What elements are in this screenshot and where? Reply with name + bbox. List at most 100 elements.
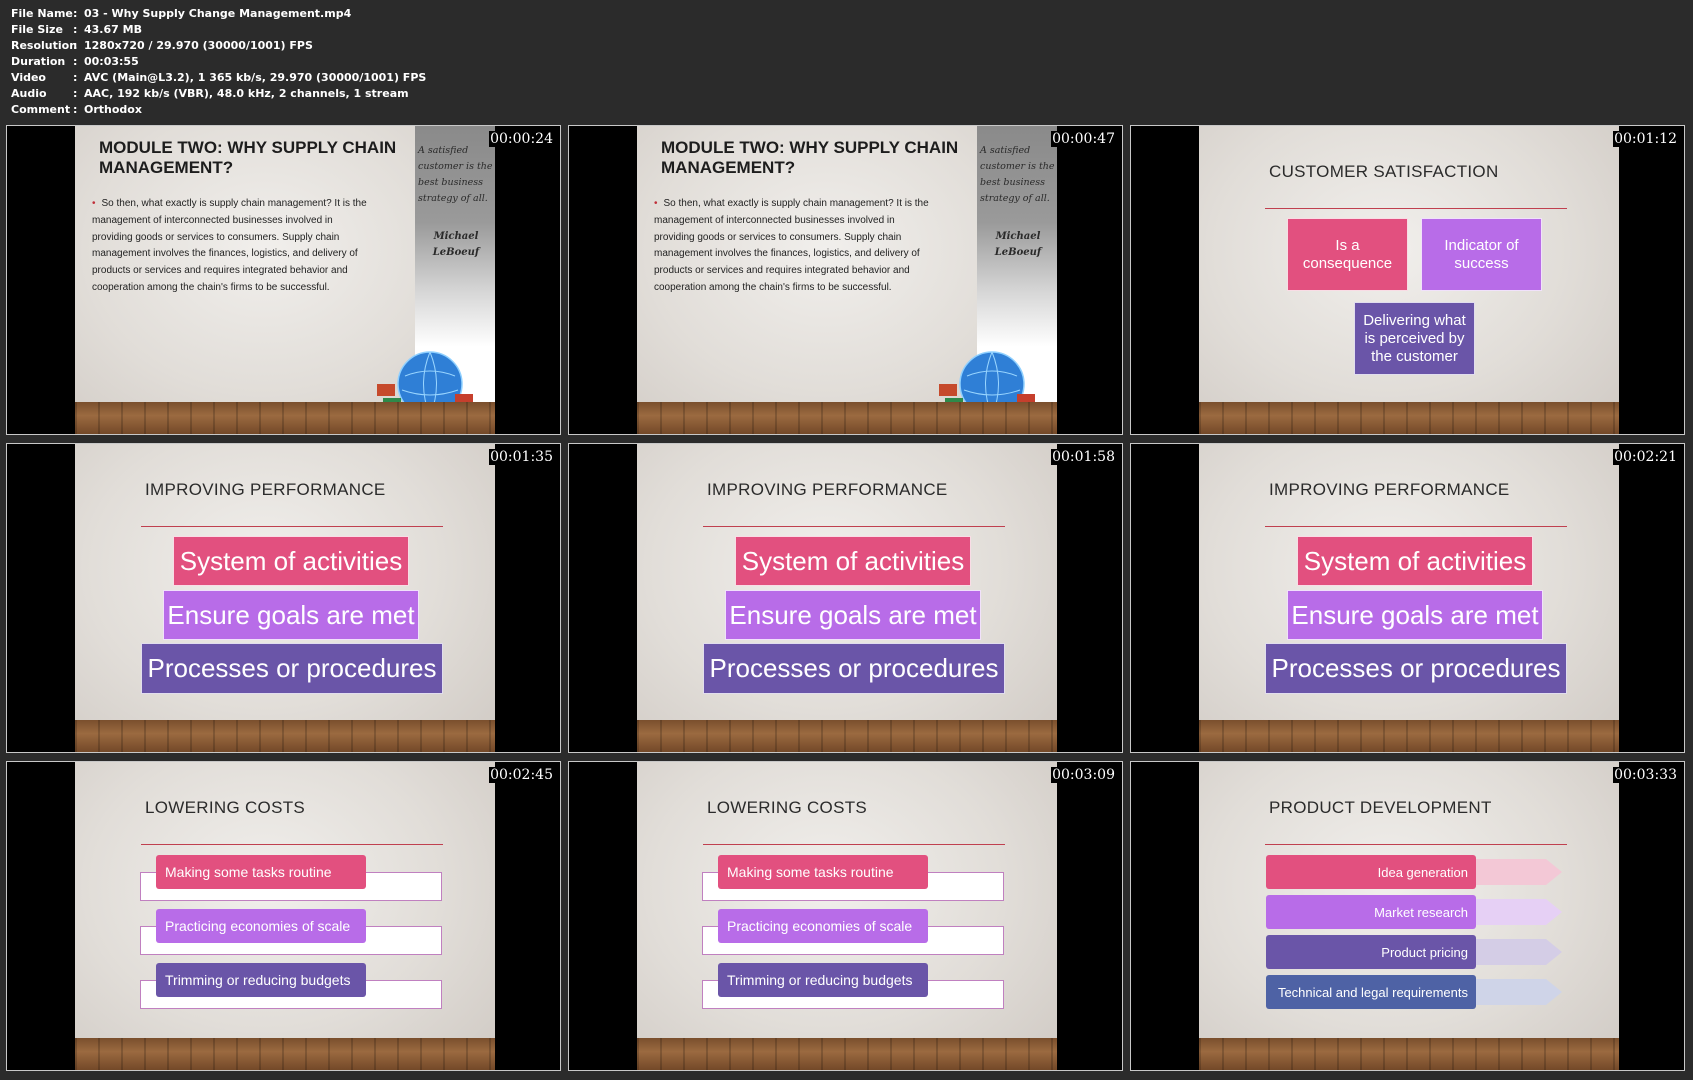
timestamp: 00:03:09	[1051, 767, 1116, 783]
info-value: 1280x720 / 29.970 (30000/1001) FPS	[84, 39, 313, 52]
pyramid-level: System of activities	[1297, 536, 1533, 586]
list-item: Practicing economies of scale	[718, 909, 928, 943]
timestamp: 00:00:24	[489, 131, 554, 147]
info-row: File Size:43.67 MB	[11, 22, 426, 38]
list-item: Trimming or reducing budgets	[718, 963, 928, 997]
info-separator: :	[73, 87, 78, 100]
satisfaction-box: Is a consequence	[1287, 218, 1408, 291]
info-key: File Name	[11, 7, 73, 20]
title-rule	[1265, 844, 1567, 845]
wood-floor	[75, 1038, 495, 1070]
timestamp: 00:03:33	[1613, 767, 1678, 783]
slide-title: CUSTOMER SATISFACTION	[1269, 162, 1499, 181]
satisfaction-box: Indicator of success	[1421, 218, 1542, 291]
process-step: Market research	[1266, 895, 1476, 929]
slide-title: LOWERING COSTS	[707, 798, 868, 817]
timestamp: 00:01:12	[1613, 131, 1678, 147]
wood-floor	[637, 1038, 1057, 1070]
wood-floor	[75, 402, 495, 434]
thumbnail-frame[interactable]: MODULE TWO: WHY SUPPLY CHAIN MANAGEMENT?…	[6, 125, 561, 435]
timestamp: 00:00:47	[1051, 131, 1116, 147]
list-item: Practicing economies of scale	[156, 909, 366, 943]
file-info: File Name:03 - Why Supply Change Managem…	[11, 6, 426, 118]
info-value: 43.67 MB	[84, 23, 142, 36]
slide-title: IMPROVING PERFORMANCE	[145, 480, 386, 499]
pyramid-level: Processes or procedures	[141, 643, 443, 694]
title-rule	[1265, 526, 1567, 527]
thumbnail-frame[interactable]: IMPROVING PERFORMANCE System of activiti…	[6, 443, 561, 753]
info-row: Comment: Orthodox	[11, 102, 426, 118]
timestamp: 00:02:21	[1613, 449, 1678, 465]
slide: IMPROVING PERFORMANCE System of activiti…	[1199, 444, 1619, 752]
info-separator: :	[73, 103, 78, 116]
arrow-right-icon	[1476, 979, 1562, 1005]
slide: IMPROVING PERFORMANCE System of activiti…	[75, 444, 495, 752]
bullet-icon: •	[92, 198, 96, 209]
list-item: Trimming or reducing budgets	[156, 963, 366, 997]
list-item: Making some tasks routine	[156, 855, 366, 889]
slide-title: LOWERING COSTS	[145, 798, 306, 817]
quote-text: A satisfied customer is the best busines…	[980, 145, 1055, 204]
wood-floor	[75, 720, 495, 752]
arrow-right-icon	[1476, 859, 1562, 885]
slide-body: • So then, what exactly is supply chain m…	[92, 196, 372, 297]
info-row: Duration:00:03:55	[11, 54, 426, 70]
info-key: File Size	[11, 23, 63, 36]
title-rule	[141, 526, 443, 527]
thumbnail-frame[interactable]: LOWERING COSTS Making some tasks routine…	[568, 761, 1123, 1071]
body-text: So then, what exactly is supply chain ma…	[92, 198, 367, 293]
wood-floor	[637, 720, 1057, 752]
info-value: 03 - Why Supply Change Management.mp4	[84, 7, 352, 20]
pyramid-level: System of activities	[735, 536, 971, 586]
info-value: AVC (Main@L3.2), 1 365 kb/s, 29.970 (300…	[84, 71, 427, 84]
pyramid-level: Ensure goals are met	[1287, 590, 1543, 640]
thumbnail-frame[interactable]: IMPROVING PERFORMANCE System of activiti…	[1130, 443, 1685, 753]
thumbnail-frame[interactable]: PRODUCT DEVELOPMENT Idea generation Mark…	[1130, 761, 1685, 1071]
arrow-right-icon	[1476, 899, 1562, 925]
slide: MODULE TWO: WHY SUPPLY CHAIN MANAGEMENT?…	[75, 126, 495, 434]
info-row: Video: AVC (Main@L3.2), 1 365 kb/s, 29.97…	[11, 70, 426, 86]
quote-author: Michael LeBoeuf	[994, 231, 1042, 258]
slide-title: IMPROVING PERFORMANCE	[707, 480, 948, 499]
info-key: Comment	[11, 103, 71, 116]
wood-floor	[1199, 720, 1619, 752]
satisfaction-box: Delivering what is perceived by the cust…	[1354, 302, 1475, 375]
info-value: Orthodox	[84, 103, 142, 116]
wood-floor	[1199, 402, 1619, 434]
info-key: Resolution	[11, 39, 78, 52]
info-row: Audio: AAC, 192 kb/s (VBR), 48.0 kHz, 2 c…	[11, 86, 426, 102]
title-rule	[141, 844, 443, 845]
body-text: So then, what exactly is supply chain ma…	[654, 198, 929, 293]
timestamp: 00:01:35	[489, 449, 554, 465]
slide: MODULE TWO: WHY SUPPLY CHAIN MANAGEMENT?…	[637, 126, 1057, 434]
slide: IMPROVING PERFORMANCE System of activiti…	[637, 444, 1057, 752]
info-separator: :	[73, 7, 78, 20]
thumbnail-frame[interactable]: CUSTOMER SATISFACTION Is a consequence I…	[1130, 125, 1685, 435]
title-rule	[1265, 208, 1567, 209]
bullet-icon: •	[654, 198, 658, 209]
slide-body: • So then, what exactly is supply chain m…	[654, 196, 934, 297]
pyramid-level: Processes or procedures	[703, 643, 1005, 694]
arrow-right-icon	[1476, 939, 1562, 965]
info-separator: :	[73, 23, 78, 36]
quote-author: Michael LeBoeuf	[432, 231, 480, 258]
wood-floor	[637, 402, 1057, 434]
timestamp: 00:02:45	[489, 767, 554, 783]
process-step: Technical and legal requirements	[1266, 975, 1476, 1009]
slide-title: MODULE TWO: WHY SUPPLY CHAIN MANAGEMENT?	[661, 138, 959, 177]
thumbnail-frame[interactable]: MODULE TWO: WHY SUPPLY CHAIN MANAGEMENT?…	[568, 125, 1123, 435]
process-step: Idea generation	[1266, 855, 1476, 889]
slide: LOWERING COSTS Making some tasks routine…	[75, 762, 495, 1070]
slide: CUSTOMER SATISFACTION Is a consequence I…	[1199, 126, 1619, 434]
thumbnail-frame[interactable]: IMPROVING PERFORMANCE System of activiti…	[568, 443, 1123, 753]
title-rule	[703, 526, 1005, 527]
info-value: 00:03:55	[84, 55, 139, 68]
pyramid-level: Processes or procedures	[1265, 643, 1567, 694]
quote-text: A satisfied customer is the best busines…	[418, 145, 493, 204]
slide: LOWERING COSTS Making some tasks routine…	[637, 762, 1057, 1070]
slide: PRODUCT DEVELOPMENT Idea generation Mark…	[1199, 762, 1619, 1070]
pyramid-level: System of activities	[173, 536, 409, 586]
info-separator: :	[73, 71, 78, 84]
info-value: AAC, 192 kb/s (VBR), 48.0 kHz, 2 channel…	[84, 87, 409, 100]
thumbnail-frame[interactable]: LOWERING COSTS Making some tasks routine…	[6, 761, 561, 1071]
